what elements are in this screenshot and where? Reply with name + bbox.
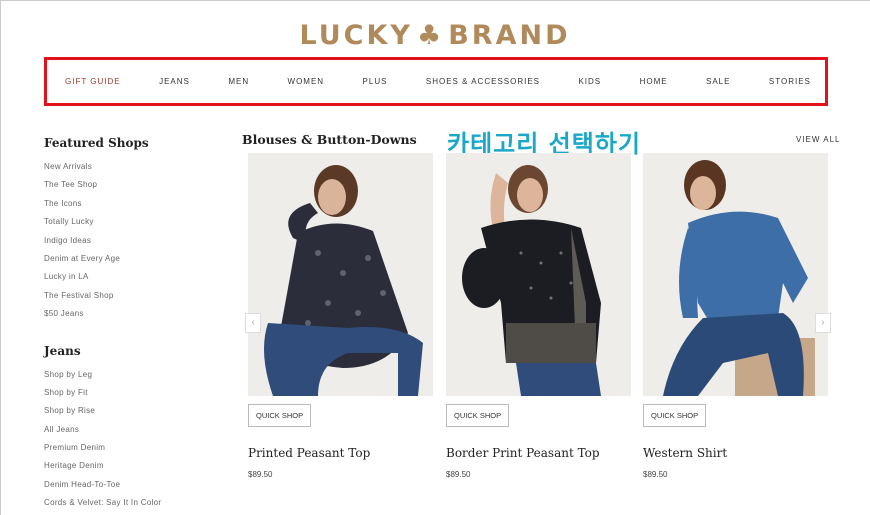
quick-shop-button[interactable]: QUICK SHOP	[446, 404, 510, 427]
view-all-link[interactable]: VIEW ALL	[796, 135, 840, 144]
product-image[interactable]	[446, 153, 631, 396]
main-nav: GIFT GUIDE JEANS MEN WOMEN PLUS SHOES & …	[47, 60, 825, 103]
sidebar-link-lucky-in-la[interactable]: Lucky in LA	[44, 268, 224, 286]
sidebar-link-new-arrivals[interactable]: New Arrivals	[44, 158, 224, 176]
sidebar-link-shop-by-leg[interactable]: Shop by Leg	[44, 366, 224, 384]
jeans-group: Jeans Shop by Leg Shop by Fit Shop by Ri…	[44, 344, 224, 513]
product-name[interactable]: Border Print Peasant Top	[446, 446, 600, 460]
model-photo	[643, 153, 828, 396]
sidebar-link-heritage-denim[interactable]: Heritage Denim	[44, 457, 224, 475]
nav-item-kids[interactable]: KIDS	[578, 77, 601, 86]
model-photo	[248, 153, 433, 396]
chevron-left-icon[interactable]: ‹	[245, 313, 261, 333]
featured-shops-heading: Featured Shops	[44, 136, 149, 150]
quick-shop-button[interactable]: QUICK SHOP	[248, 404, 312, 427]
brand-logo[interactable]: LUCKY ♣ BRAND	[0, 20, 870, 51]
sidebar-link-tee-shop[interactable]: The Tee Shop	[44, 176, 224, 194]
nav-item-stories[interactable]: STORIES	[769, 77, 811, 86]
product-card: QUICK SHOP Western Shirt $89.50	[643, 153, 828, 479]
logo-text-right: BRAND	[448, 20, 571, 51]
clover-icon: ♣	[416, 20, 445, 51]
nav-item-women[interactable]: WOMEN	[288, 77, 325, 86]
nav-item-men[interactable]: MEN	[228, 77, 249, 86]
sidebar-link-cords-velvet[interactable]: Cords & Velvet: Say It In Color	[44, 494, 224, 512]
sidebar-link-50-jeans[interactable]: $50 Jeans	[44, 305, 224, 323]
product-price: $89.50	[643, 470, 668, 479]
nav-item-jeans[interactable]: JEANS	[159, 77, 190, 86]
logo-text-left: LUCKY	[299, 20, 413, 51]
sidebar-link-shop-by-rise[interactable]: Shop by Rise	[44, 402, 224, 420]
quick-shop-button[interactable]: QUICK SHOP	[643, 404, 707, 427]
sidebar-link-all-jeans[interactable]: All Jeans	[44, 421, 224, 439]
sidebar: Featured Shops New Arrivals The Tee Shop…	[44, 136, 224, 513]
product-price: $89.50	[446, 470, 471, 479]
product-name[interactable]: Printed Peasant Top	[248, 446, 370, 460]
sidebar-link-indigo-ideas[interactable]: Indigo Ideas	[44, 232, 224, 250]
sidebar-link-denim-head-to-toe[interactable]: Denim Head-To-Toe	[44, 476, 224, 494]
sidebar-link-totally-lucky[interactable]: Totally Lucky	[44, 213, 224, 231]
sidebar-link-icons[interactable]: The Icons	[44, 195, 224, 213]
product-card: QUICK SHOP Printed Peasant Top $89.50	[248, 153, 433, 479]
sidebar-link-premium-denim[interactable]: Premium Denim	[44, 439, 224, 457]
sidebar-link-denim-every-age[interactable]: Denim at Every Age	[44, 250, 224, 268]
sidebar-link-shop-by-fit[interactable]: Shop by Fit	[44, 384, 224, 402]
sidebar-link-festival-shop[interactable]: The Festival Shop	[44, 287, 224, 305]
product-card: QUICK SHOP Border Print Peasant Top $89.…	[446, 153, 631, 479]
product-image[interactable]	[643, 153, 828, 396]
nav-item-plus[interactable]: PLUS	[363, 77, 388, 86]
nav-item-home[interactable]: HOME	[640, 77, 668, 86]
model-photo	[446, 153, 631, 396]
chevron-right-icon[interactable]: ›	[815, 313, 831, 333]
nav-item-shoes-accessories[interactable]: SHOES & ACCESSORIES	[426, 77, 540, 86]
section-title: Blouses & Button-Downs	[242, 132, 417, 147]
product-image[interactable]	[248, 153, 433, 396]
product-price: $89.50	[248, 470, 273, 479]
jeans-heading: Jeans	[44, 343, 81, 358]
featured-shops-group: Featured Shops New Arrivals The Tee Shop…	[44, 136, 224, 324]
product-name[interactable]: Western Shirt	[643, 446, 727, 460]
nav-item-sale[interactable]: SALE	[706, 77, 730, 86]
nav-item-gift-guide[interactable]: GIFT GUIDE	[65, 77, 121, 86]
